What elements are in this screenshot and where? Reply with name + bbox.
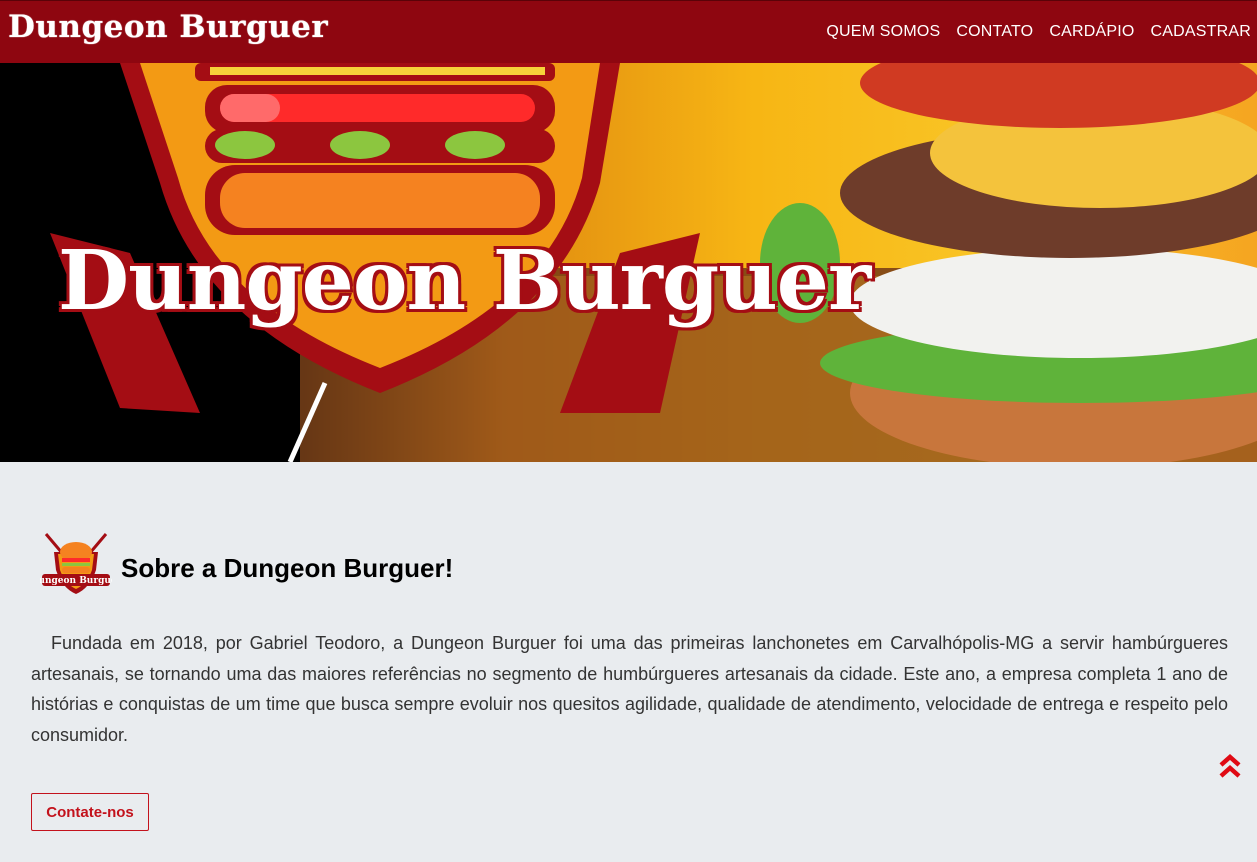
contact-button[interactable]: Contate-nos [31, 793, 149, 831]
nav-links: QUEM SOMOS CONTATO CARDÁPIO CADASTRAR [826, 23, 1251, 41]
nav-link-contato[interactable]: CONTATO [956, 23, 1033, 41]
svg-text:Dungeon Burguer: Dungeon Burguer [40, 576, 112, 586]
nav-link-cadastrar[interactable]: CADASTRAR [1151, 23, 1251, 41]
scroll-to-top-icon[interactable] [1216, 752, 1244, 780]
dungeon-burguer-logo-icon: Dungeon Burguer [40, 533, 112, 594]
about-title: Sobre a Dungeon Burguer! [121, 553, 454, 583]
navbar: Dungeon Burguer QUEM SOMOS CONTATO CARDÁ… [0, 0, 1257, 63]
nav-link-cardapio[interactable]: CARDÁPIO [1049, 23, 1134, 41]
hero-banner-title: Dungeon Burguer [56, 232, 872, 331]
nav-link-quem-somos[interactable]: QUEM SOMOS [826, 23, 940, 41]
hero-banner: Dungeon Burguer [0, 63, 1257, 462]
brand-logo-link[interactable]: Dungeon Burguer [8, 9, 328, 45]
about-description: Fundada em 2018, por Gabriel Teodoro, a … [31, 633, 1228, 745]
